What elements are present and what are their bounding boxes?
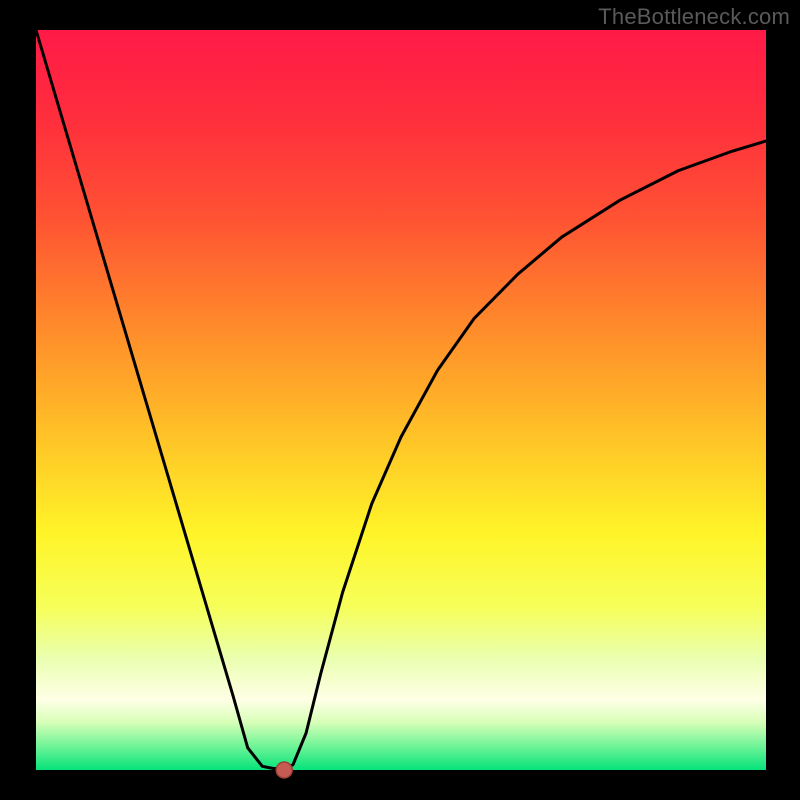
watermark-text: TheBottleneck.com <box>598 4 790 30</box>
optimal-point-marker <box>276 762 292 778</box>
chart-frame: TheBottleneck.com <box>0 0 800 800</box>
bottleneck-chart <box>0 0 800 800</box>
